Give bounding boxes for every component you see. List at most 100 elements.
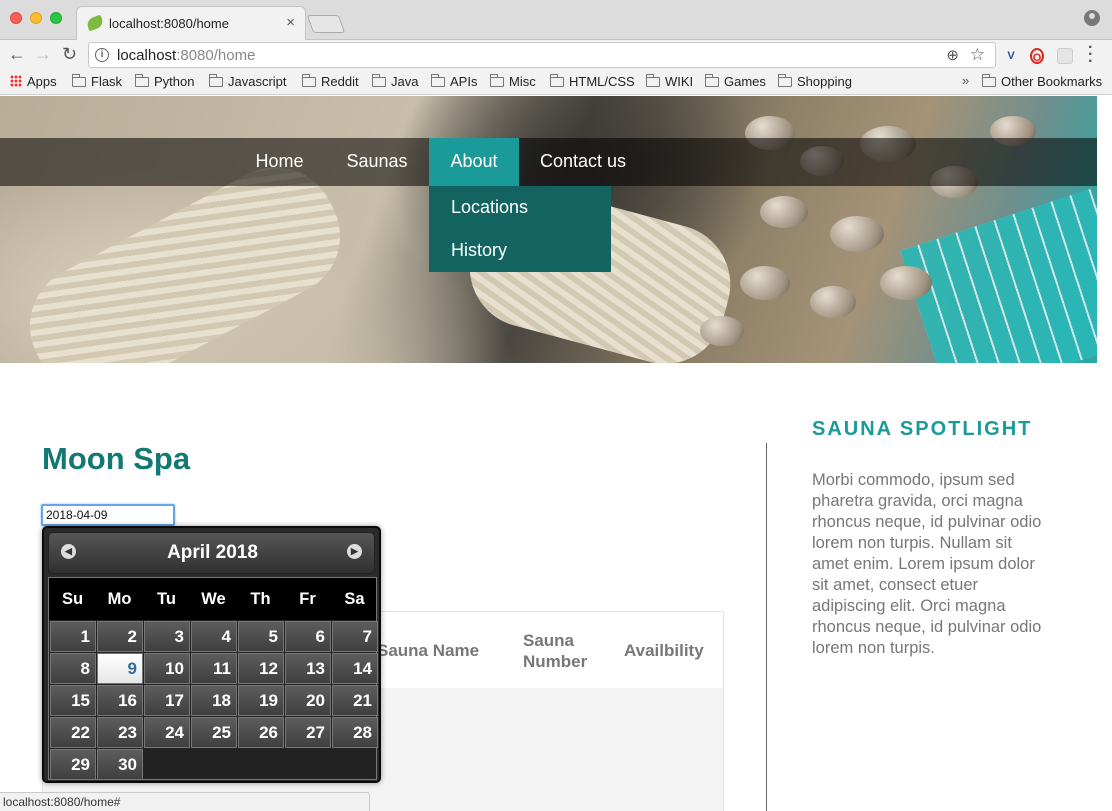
- datepicker-day[interactable]: 3: [144, 621, 190, 652]
- datepicker-day[interactable]: 4: [191, 621, 237, 652]
- pebble-image: [810, 286, 856, 318]
- other-bookmarks[interactable]: Other Bookmarks: [982, 74, 1102, 89]
- datepicker-day[interactable]: 10: [144, 653, 190, 684]
- weekday-label: Fr: [299, 590, 316, 608]
- datepicker-day[interactable]: 13: [285, 653, 331, 684]
- bookmark-folder[interactable]: Javascript: [209, 74, 287, 89]
- minimize-window-button[interactable]: [30, 12, 42, 24]
- bookmark-folder[interactable]: Shopping: [778, 74, 852, 89]
- zoom-icon[interactable]: ⊕: [946, 46, 959, 64]
- profile-icon[interactable]: [1084, 10, 1100, 26]
- close-window-button[interactable]: [10, 12, 22, 24]
- datepicker-day[interactable]: 21: [332, 685, 378, 716]
- nav-home[interactable]: Home: [241, 138, 318, 186]
- pebble-image: [760, 196, 808, 228]
- datepicker-day[interactable]: 17: [144, 685, 190, 716]
- weekday-label: Su: [61, 590, 84, 608]
- extension-v-icon[interactable]: V: [1003, 48, 1019, 64]
- bookmark-folder[interactable]: Flask: [72, 74, 122, 89]
- datepicker-day[interactable]: 5: [238, 621, 284, 652]
- table-header-sauna-name: Sauna Name: [377, 641, 480, 660]
- weekday-label: Th: [250, 590, 271, 608]
- datepicker-day[interactable]: 12: [238, 653, 284, 684]
- bookmark-folder[interactable]: WIKI: [646, 74, 693, 89]
- dropdown-item-locations[interactable]: Locations: [429, 186, 611, 229]
- opera-extension-icon[interactable]: O: [1030, 48, 1044, 64]
- datepicker-day[interactable]: 29: [50, 749, 96, 780]
- weekday-label: Sa: [344, 590, 365, 608]
- datepicker-weekdays: Su Mo Tu We Th Fr Sa: [48, 577, 377, 621]
- new-tab-button[interactable]: [306, 15, 346, 33]
- datepicker-day[interactable]: 7: [332, 621, 378, 652]
- pebble-image: [830, 216, 884, 252]
- datepicker-popup: ◀ April 2018 ▶ Su Mo Tu We Th Fr Sa 1234…: [42, 526, 381, 783]
- status-bar-url: localhost:8080/home#: [0, 792, 370, 811]
- folder-icon: [982, 74, 996, 87]
- datepicker-day[interactable]: 26: [238, 717, 284, 748]
- main-navbar: Home Saunas About Contact us: [0, 138, 1097, 186]
- forward-icon[interactable]: →: [34, 44, 52, 64]
- datepicker-day[interactable]: 6: [285, 621, 331, 652]
- tab-title: localhost:8080/home: [109, 16, 229, 31]
- sidebar-text: Morbi commodo, ipsum sed pharetra gravid…: [812, 471, 1042, 657]
- datepicker-days-grid: 1 2 3 4 5 6 7 8 9 10 11 12 13 14 15 16 17 18 19 20 21 22 23 24 2…: [48, 620, 378, 780]
- nav-about[interactable]: About: [429, 138, 519, 186]
- pebble-image: [880, 266, 932, 300]
- more-bookmarks-icon[interactable]: »: [962, 73, 969, 88]
- next-month-icon[interactable]: ▶: [347, 544, 362, 559]
- folder-icon: [302, 74, 316, 87]
- bookmark-folder[interactable]: Misc: [490, 74, 536, 89]
- info-icon[interactable]: i: [95, 48, 109, 62]
- maximize-window-button[interactable]: [50, 12, 62, 24]
- url-text[interactable]: localhost:8080/home: [117, 47, 255, 64]
- datepicker-day[interactable]: 20: [285, 685, 331, 716]
- folder-icon: [209, 74, 223, 87]
- datepicker-day-selected[interactable]: 9: [97, 653, 143, 684]
- datepicker-day[interactable]: 30: [97, 749, 143, 780]
- bookmark-folder[interactable]: HTML/CSS: [550, 74, 635, 89]
- datepicker-day[interactable]: 15: [50, 685, 96, 716]
- address-bar[interactable]: i localhost:8080/home ⊕ ☆: [88, 42, 996, 68]
- browser-menu-icon[interactable]: · · ·: [1088, 40, 1093, 70]
- datepicker-day[interactable]: 23: [97, 717, 143, 748]
- bookmark-star-icon[interactable]: ☆: [970, 45, 985, 65]
- datepicker-day[interactable]: 18: [191, 685, 237, 716]
- back-icon[interactable]: ←: [8, 44, 26, 64]
- bookmark-folder[interactable]: APIs: [431, 74, 477, 89]
- nav-saunas[interactable]: Saunas: [333, 138, 421, 186]
- folder-icon: [490, 74, 504, 87]
- bookmark-folder[interactable]: Games: [705, 74, 766, 89]
- pebble-image: [740, 266, 790, 300]
- datepicker-header: ◀ April 2018 ▶: [48, 532, 375, 574]
- datepicker-day[interactable]: 14: [332, 653, 378, 684]
- nav-contact-us[interactable]: Contact us: [527, 138, 639, 186]
- bookmark-folder[interactable]: Reddit: [302, 74, 359, 89]
- folder-icon: [550, 74, 564, 87]
- datepicker-day[interactable]: 11: [191, 653, 237, 684]
- folder-icon: [778, 74, 792, 87]
- datepicker-day[interactable]: 19: [238, 685, 284, 716]
- about-dropdown-menu: Locations History: [429, 186, 611, 272]
- reload-icon[interactable]: ↻: [62, 44, 77, 64]
- dropdown-item-history[interactable]: History: [429, 229, 611, 272]
- extension-grid-icon[interactable]: [1057, 48, 1073, 64]
- bookmark-folder[interactable]: Java: [372, 74, 418, 89]
- datepicker-day[interactable]: 16: [97, 685, 143, 716]
- datepicker-day[interactable]: 1: [50, 621, 96, 652]
- datepicker-day[interactable]: 27: [285, 717, 331, 748]
- datepicker-day[interactable]: 24: [144, 717, 190, 748]
- browser-tab[interactable]: localhost:8080/home ×: [76, 6, 306, 41]
- pebble-image: [700, 316, 744, 346]
- leaf-icon: [85, 14, 105, 32]
- table-header-sauna-number: Sauna Number: [523, 631, 588, 671]
- datepicker-day[interactable]: 25: [191, 717, 237, 748]
- folder-icon: [372, 74, 386, 87]
- datepicker-day[interactable]: 8: [50, 653, 96, 684]
- tab-close-icon[interactable]: ×: [286, 14, 295, 31]
- datepicker-day[interactable]: 28: [332, 717, 378, 748]
- date-input[interactable]: [41, 504, 175, 526]
- datepicker-day[interactable]: 2: [97, 621, 143, 652]
- bookmark-apps[interactable]: Apps: [10, 74, 57, 89]
- datepicker-day[interactable]: 22: [50, 717, 96, 748]
- bookmark-folder[interactable]: Python: [135, 74, 194, 89]
